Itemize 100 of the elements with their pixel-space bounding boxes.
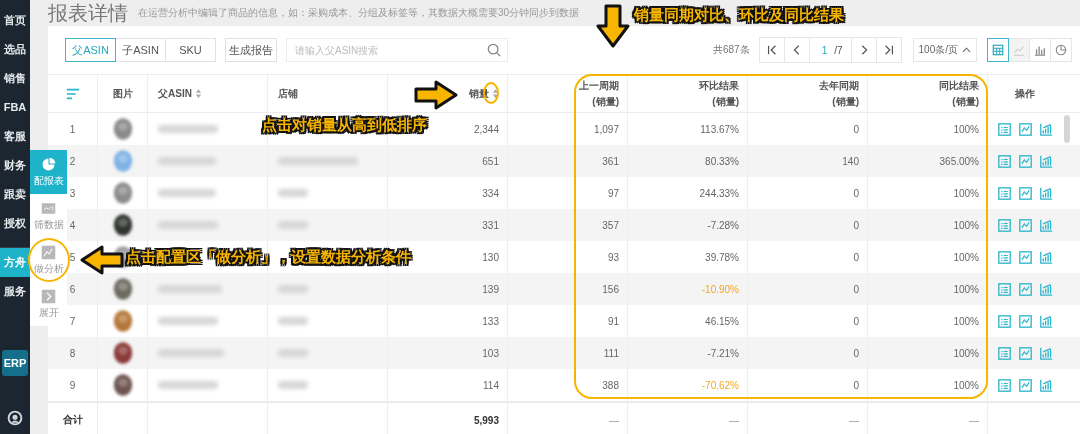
blurred-text: [278, 317, 308, 325]
list-icon[interactable]: [997, 346, 1011, 360]
table-cell: 0: [853, 123, 859, 135]
table-cell: 244.33%: [699, 187, 739, 199]
list-icon[interactable]: [997, 282, 1011, 296]
asin-tab[interactable]: SKU: [165, 38, 216, 62]
nav-item[interactable]: 授权: [0, 209, 30, 238]
table-cell: 0: [853, 347, 859, 359]
bar-chart-view-button[interactable]: [1029, 38, 1051, 62]
line-chart-icon[interactable]: [1018, 250, 1032, 264]
table-cell: 114: [483, 379, 499, 391]
table-view-button[interactable]: [987, 38, 1009, 62]
logo-icon[interactable]: [7, 410, 23, 426]
table-icon: [992, 44, 1004, 56]
table-cell: 100%: [953, 123, 979, 135]
bar-chart-icon[interactable]: [1039, 346, 1053, 360]
table-cell: 133: [482, 315, 499, 327]
page-total: /7: [834, 44, 843, 56]
bar-chart-icon[interactable]: [1039, 186, 1053, 200]
row-number: 7: [69, 315, 76, 327]
column-header[interactable]: 父ASIN: [158, 86, 192, 101]
table-cell: 100%: [953, 347, 979, 359]
column-header[interactable]: 去年同期 (销量): [819, 77, 859, 110]
table-cell: 100%: [953, 187, 979, 199]
nav-item[interactable]: 服务: [0, 277, 30, 306]
bar-chart-icon[interactable]: [1039, 250, 1053, 264]
erp-button[interactable]: ERP: [2, 350, 28, 376]
nav-item[interactable]: FBA: [0, 93, 30, 122]
table-cell: 331: [482, 219, 499, 231]
column-header[interactable]: 店铺: [278, 86, 298, 101]
table-cell: 100%: [953, 315, 979, 327]
nav-item[interactable]: 财务: [0, 151, 30, 180]
blurred-text: [158, 189, 216, 197]
table-cell: 100%: [953, 379, 979, 391]
line-chart-icon[interactable]: [1018, 154, 1032, 168]
table-cell: 100%: [953, 219, 979, 231]
line-chart-icon[interactable]: [1018, 282, 1032, 296]
column-header[interactable]: 上一周期 (销量): [579, 77, 619, 110]
column-header[interactable]: 操作: [1015, 86, 1035, 101]
list-icon[interactable]: [997, 154, 1011, 168]
column-header[interactable]: 同比结果 (销量): [939, 77, 979, 110]
list-icon[interactable]: [997, 378, 1011, 392]
table-cell: 0: [853, 315, 859, 327]
line-chart-icon[interactable]: [1018, 186, 1032, 200]
total-label: 合计: [62, 413, 83, 427]
table-cell: 357: [602, 219, 619, 231]
search-field[interactable]: 请输入父ASIN搜索: [286, 38, 508, 62]
table-cell: 100%: [953, 251, 979, 263]
sort-icon[interactable]: [492, 88, 499, 99]
table-cell: 0: [853, 379, 859, 391]
list-icon[interactable]: [997, 218, 1011, 232]
pie-chart-icon: [41, 156, 56, 172]
row-number: 9: [69, 379, 76, 391]
table-cell: 113.67%: [700, 123, 739, 135]
blurred-text: [158, 157, 216, 165]
row-number: 1: [69, 123, 76, 135]
line-chart-icon[interactable]: [1018, 346, 1032, 360]
sort-icon[interactable]: [194, 88, 202, 99]
total-cell: 5,993: [473, 414, 499, 426]
row-number: 6: [69, 283, 76, 295]
asin-tab[interactable]: 子ASIN: [115, 38, 166, 62]
bar-chart-icon[interactable]: [1039, 378, 1053, 392]
bar-chart-icon[interactable]: [1039, 122, 1053, 136]
nav-item[interactable]: 首页: [0, 6, 30, 35]
scrollbar[interactable]: [1064, 115, 1070, 143]
column-menu-icon[interactable]: [65, 87, 80, 100]
column-header[interactable]: 环比结果 (销量): [699, 77, 739, 110]
bar-chart-icon[interactable]: [1039, 314, 1053, 328]
line-chart-icon[interactable]: [1018, 122, 1032, 136]
column-header[interactable]: 图片: [112, 86, 133, 101]
blurred-text: [158, 317, 218, 325]
page-title: 报表详情: [48, 0, 128, 26]
bar-chart-icon[interactable]: [1039, 154, 1053, 168]
bar-chart-icon[interactable]: [1039, 282, 1053, 296]
blurred-text: [158, 221, 218, 229]
table-cell: 91: [607, 315, 619, 327]
nav-item[interactable]: 客服: [0, 122, 30, 151]
line-chart-icon[interactable]: [1018, 218, 1032, 232]
bar-chart-icon[interactable]: [1039, 218, 1053, 232]
page-size-select[interactable]: 100条/页: [912, 38, 977, 62]
nav-item[interactable]: 跟卖: [0, 180, 30, 209]
pie-chart-icon: [1055, 44, 1067, 56]
list-icon[interactable]: [997, 314, 1011, 328]
line-chart-icon[interactable]: [1018, 378, 1032, 392]
table-cell: -7.28%: [707, 219, 739, 231]
nav-item[interactable]: 销售: [0, 64, 30, 93]
search-icon[interactable]: [487, 43, 501, 57]
total-cell: —: [969, 414, 979, 426]
table-cell: 140: [842, 155, 859, 167]
table-cell: 100%: [953, 283, 979, 295]
report-button[interactable]: 生成报告: [225, 38, 277, 62]
list-icon[interactable]: [997, 122, 1011, 136]
nav-item[interactable]: 选品: [0, 35, 30, 64]
right-arrow-icon: [414, 80, 458, 110]
list-icon[interactable]: [997, 186, 1011, 200]
blurred-text: [158, 349, 224, 357]
down-arrow-icon: [596, 4, 630, 48]
line-chart-icon[interactable]: [1018, 314, 1032, 328]
list-icon[interactable]: [997, 250, 1011, 264]
pie-chart-view-button[interactable]: [1050, 38, 1072, 62]
